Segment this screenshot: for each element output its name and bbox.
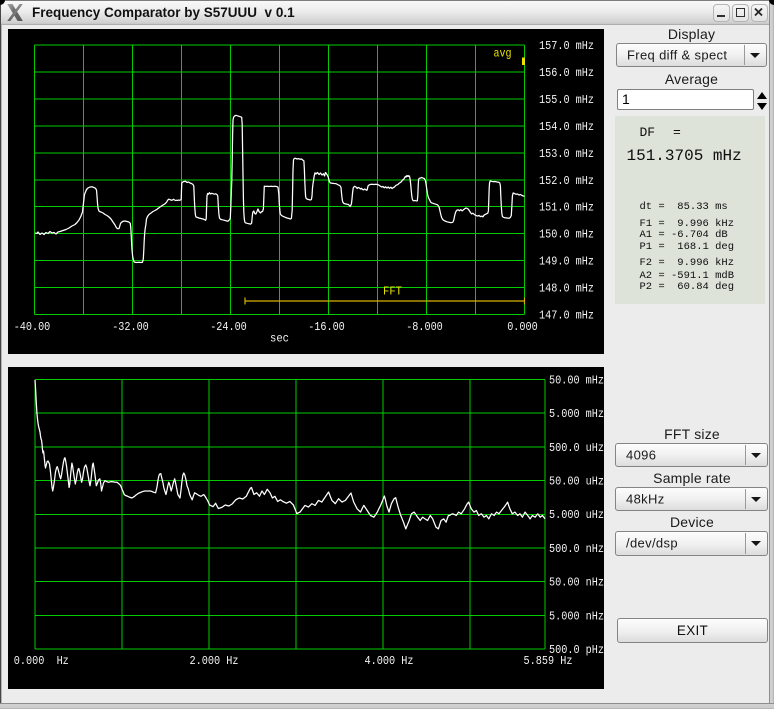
svg-text:151.0 mHz: 151.0 mHz — [539, 201, 594, 215]
svg-text:150.0 mHz: 150.0 mHz — [539, 228, 594, 242]
svg-text:153.0 mHz: 153.0 mHz — [539, 147, 594, 161]
svg-text:147.0 mHz: 147.0 mHz — [539, 309, 594, 323]
svg-text:5.000 uHz: 5.000 uHz — [549, 508, 604, 522]
svg-text:2.000 Hz: 2.000 Hz — [190, 654, 239, 668]
svg-text:156.0 mHz: 156.0 mHz — [539, 66, 594, 80]
svg-text:152.0 mHz: 152.0 mHz — [539, 174, 594, 188]
svg-text:0.000: 0.000 — [507, 320, 538, 334]
svg-text:avg: avg — [494, 46, 512, 60]
svg-text:500.0 uHz: 500.0 uHz — [549, 441, 604, 455]
svg-text:4.000 Hz: 4.000 Hz — [365, 654, 414, 668]
svg-text:5.000 nHz: 5.000 nHz — [549, 609, 604, 623]
svg-text:FFT: FFT — [383, 285, 402, 299]
svg-text:5.000 mHz: 5.000 mHz — [549, 407, 604, 421]
svg-text:-8.000: -8.000 — [406, 320, 443, 334]
svg-text:sec: sec — [270, 332, 289, 346]
svg-text:50.00 nHz: 50.00 nHz — [549, 576, 604, 590]
svg-text:50.00 uHz: 50.00 uHz — [549, 475, 604, 489]
svg-text:-40.00: -40.00 — [14, 320, 51, 334]
svg-text:-24.00: -24.00 — [210, 320, 247, 334]
svg-text:-32.00: -32.00 — [112, 320, 149, 334]
svg-text:155.0 mHz: 155.0 mHz — [539, 93, 594, 107]
svg-text:154.0 mHz: 154.0 mHz — [539, 120, 594, 134]
svg-text:5.859 Hz: 5.859 Hz — [524, 654, 573, 668]
svg-text:149.0 mHz: 149.0 mHz — [539, 255, 594, 269]
svg-text:148.0 mHz: 148.0 mHz — [539, 282, 594, 296]
svg-text:-16.00: -16.00 — [308, 320, 345, 334]
svg-text:50.00 mHz: 50.00 mHz — [549, 374, 604, 388]
svg-text:0.000 Hz: 0.000 Hz — [14, 654, 69, 668]
svg-text:500.0 nHz: 500.0 nHz — [549, 542, 604, 556]
svg-text:157.0 mHz: 157.0 mHz — [539, 39, 594, 53]
